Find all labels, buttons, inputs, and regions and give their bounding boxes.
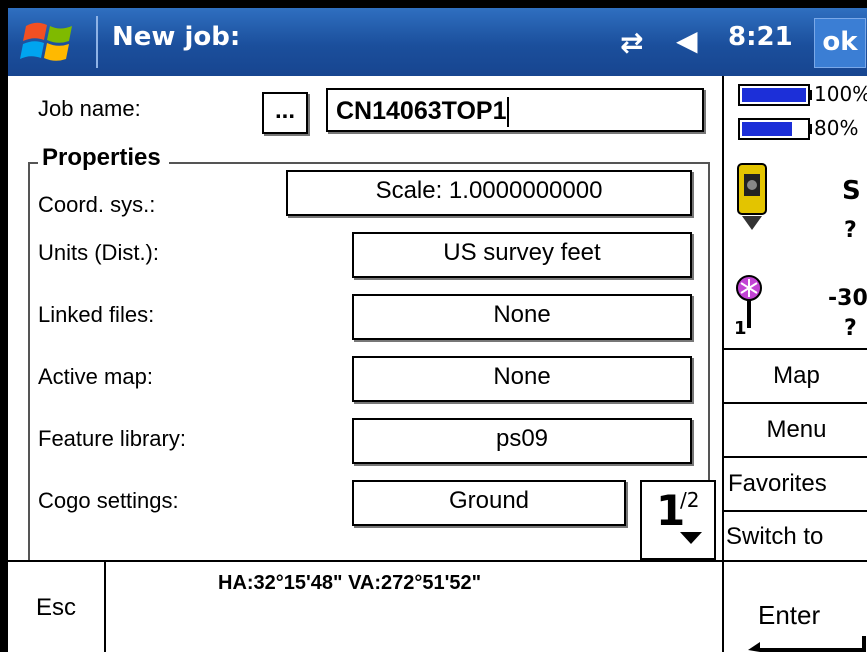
arrow-down-icon (680, 532, 702, 544)
job-name-value: CN14063TOP1 (336, 97, 507, 125)
angle-readout: HA:32°15'48" VA:272°51'52" (218, 572, 482, 594)
battery-1-icon[interactable] (738, 84, 810, 106)
status-panel: 100% 80% S ? 1 -30 ? Map Menu Favorites … (722, 76, 867, 560)
target-unknown: ? (844, 316, 857, 341)
units-button[interactable]: US survey feet (352, 232, 692, 278)
enter-arrow-icon (748, 636, 866, 652)
linked-files-button[interactable]: None (352, 294, 692, 340)
cogo-settings-label: Cogo settings: (38, 488, 179, 513)
battery-2-value: 80% (814, 116, 859, 140)
switch-to-button-label: Switch to (726, 523, 824, 550)
total-station-icon[interactable] (734, 160, 770, 234)
menu-button[interactable]: Menu (724, 402, 867, 456)
job-name-input[interactable]: CN14063TOP1 (326, 88, 704, 132)
active-map-button[interactable]: None (352, 356, 692, 402)
coord-sys-button[interactable]: Scale: 1.0000000000 (286, 170, 692, 216)
sync-icon[interactable]: ⇄ (620, 26, 643, 59)
job-name-label: Job name: (38, 96, 141, 121)
window-title: New job: (112, 22, 241, 52)
clock[interactable]: 8:21 (728, 22, 793, 52)
title-bar: New job: ⇄ ◀︎ 8:21 ok (8, 8, 867, 76)
instrument-unknown: ? (844, 218, 857, 243)
menu-button-label: Menu (766, 416, 827, 443)
properties-title: Properties (38, 144, 169, 172)
favorites-button[interactable]: Favorites (724, 456, 867, 508)
browse-button[interactable]: ... (262, 92, 308, 134)
active-map-label: Active map: (38, 364, 153, 389)
page-total: /2 (680, 488, 700, 512)
enter-button-label: Enter (758, 600, 821, 630)
windows-logo-icon[interactable] (20, 18, 80, 66)
battery-1-value: 100% (814, 82, 867, 106)
battery-2-tip (808, 124, 812, 134)
enter-button[interactable]: Enter (722, 562, 867, 652)
speaker-icon[interactable]: ◀︎ (676, 24, 698, 57)
target-number: 1 (734, 318, 747, 339)
feature-library-button[interactable]: ps09 (352, 418, 692, 464)
target-height: -30 (828, 286, 867, 311)
cogo-settings-button[interactable]: Ground (352, 480, 626, 526)
switch-to-button[interactable]: Switch to (724, 510, 867, 560)
title-separator (96, 16, 98, 68)
battery-2-icon[interactable] (738, 118, 810, 140)
battery-1-tip (808, 90, 812, 100)
units-label: Units (Dist.): (38, 240, 159, 265)
map-button-label: Map (773, 362, 820, 389)
feature-library-label: Feature library: (38, 426, 186, 451)
page-indicator-button[interactable]: 1 /2 (640, 480, 716, 560)
text-cursor (507, 97, 510, 128)
coord-sys-label: Coord. sys.: (38, 192, 156, 217)
linked-files-label: Linked files: (38, 302, 155, 327)
screen: New job: ⇄ ◀︎ 8:21 ok Job name: ... CN14… (8, 8, 867, 652)
map-button[interactable]: Map (724, 348, 867, 402)
ok-button[interactable]: ok (814, 18, 866, 68)
esc-button[interactable]: Esc (8, 562, 106, 652)
bottom-bar: Esc HA:32°15'48" VA:272°51'52" Enter (8, 560, 867, 652)
favorites-button-label: Favorites (728, 470, 827, 497)
instrument-letter: S (842, 176, 861, 206)
